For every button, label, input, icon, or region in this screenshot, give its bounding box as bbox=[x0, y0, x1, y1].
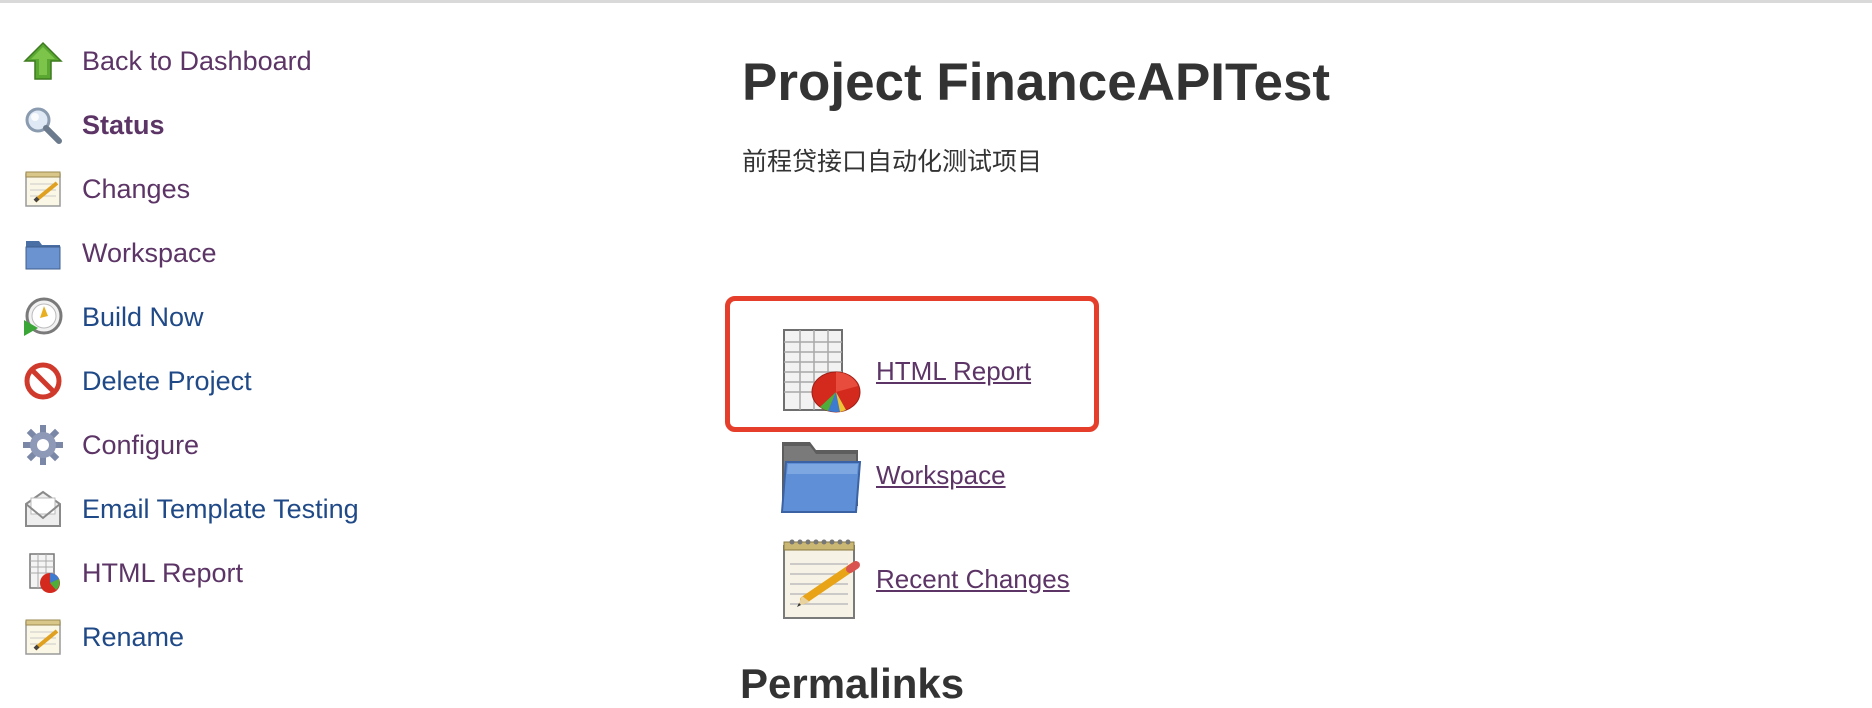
sidebar-item-label: Changes bbox=[82, 173, 191, 204]
sidebar-item-email-template-testing[interactable]: Email Template Testing bbox=[22, 483, 492, 535]
sidebar-item-back-to-dashboard[interactable]: Back to Dashboard bbox=[22, 35, 492, 87]
sidebar-item-label: Configure bbox=[82, 429, 200, 460]
sidebar-item-html-report[interactable]: HTML Report bbox=[22, 547, 492, 599]
sidebar-item-label: Build Now bbox=[82, 301, 204, 332]
up-arrow-icon bbox=[22, 40, 64, 82]
report-chart-icon bbox=[780, 328, 862, 414]
notepad-icon bbox=[780, 536, 862, 622]
sidebar-item-workspace[interactable]: Workspace bbox=[22, 227, 492, 279]
recent-changes-link[interactable]: Recent Changes bbox=[876, 564, 1070, 595]
workspace-link[interactable]: Workspace bbox=[876, 460, 1006, 491]
main-panel: Project FinanceAPITest 前程贷接口自动化测试项目 HTML… bbox=[725, 0, 1860, 707]
sidebar-tasks: Back to Dashboard Status Changes Workspa… bbox=[0, 0, 500, 676]
main-link-html-report[interactable]: HTML Report bbox=[780, 326, 1031, 416]
main-link-recent-changes[interactable]: Recent Changes bbox=[780, 534, 1070, 624]
folder-icon bbox=[780, 432, 862, 518]
sidebar-item-build-now[interactable]: Build Now bbox=[22, 291, 492, 343]
page-title: Project FinanceAPITest bbox=[742, 53, 1331, 112]
sidebar-item-delete-project[interactable]: Delete Project bbox=[22, 355, 492, 407]
sidebar-item-label: HTML Report bbox=[82, 557, 244, 588]
permalinks-heading: Permalinks bbox=[740, 660, 965, 707]
html-report-link[interactable]: HTML Report bbox=[876, 356, 1031, 387]
sidebar-item-rename[interactable]: Rename bbox=[22, 611, 492, 663]
sidebar-item-configure[interactable]: Configure bbox=[22, 419, 492, 471]
report-chart-icon bbox=[22, 552, 64, 594]
sidebar-item-changes[interactable]: Changes bbox=[22, 163, 492, 215]
search-icon bbox=[22, 104, 64, 146]
envelope-icon bbox=[22, 488, 64, 530]
sidebar-item-label: Rename bbox=[82, 621, 185, 652]
sidebar-item-label: Workspace bbox=[82, 237, 217, 268]
main-link-workspace[interactable]: Workspace bbox=[780, 430, 1006, 520]
sidebar-item-label: Status bbox=[82, 109, 165, 140]
notepad-icon bbox=[22, 616, 64, 658]
no-entry-icon bbox=[22, 360, 64, 402]
folder-icon bbox=[22, 232, 64, 274]
sidebar-item-label: Back to Dashboard bbox=[82, 45, 312, 76]
sidebar-item-label: Email Template Testing bbox=[82, 493, 359, 524]
gear-icon bbox=[22, 424, 64, 466]
clock-play-icon bbox=[22, 296, 64, 338]
notepad-icon bbox=[22, 168, 64, 210]
project-description: 前程贷接口自动化测试项目 bbox=[742, 148, 1043, 176]
sidebar-item-status[interactable]: Status bbox=[22, 99, 492, 151]
sidebar-item-label: Delete Project bbox=[82, 365, 252, 396]
